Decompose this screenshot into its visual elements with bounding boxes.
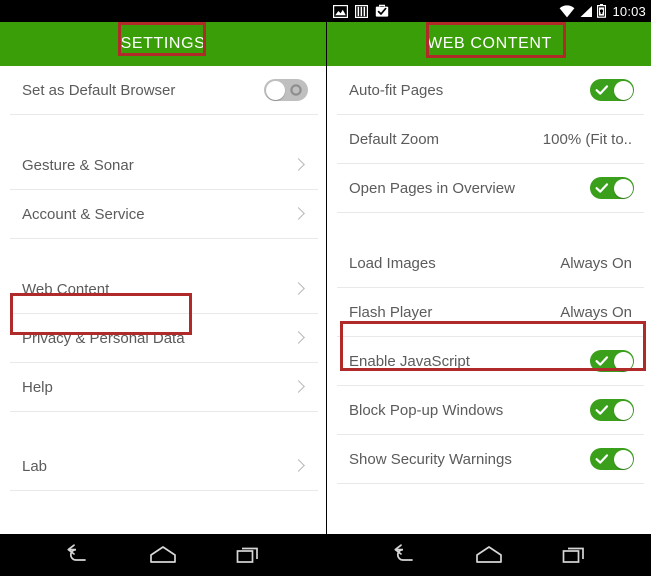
page-title: WEB CONTENT	[427, 35, 552, 52]
settings-screen: SETTINGS Set as Default Browser Gesture …	[0, 0, 326, 576]
toggle-open-pages-in-overview[interactable]	[590, 177, 634, 199]
list-item-web-content[interactable]: Web Content	[0, 265, 326, 313]
status-bar-right: 10:03	[327, 0, 651, 22]
toggle-auto-fit-pages[interactable]	[590, 79, 634, 101]
wifi-icon	[560, 4, 575, 17]
section-gap	[327, 213, 651, 239]
toggle-check-icon	[593, 81, 611, 99]
section-gap	[0, 115, 326, 141]
toggle-check-icon	[593, 401, 611, 419]
web-content-screen: 10:03 WEB CONTENT Auto-fit Pages Default…	[326, 0, 651, 576]
toggle-show-security-warnings[interactable]	[590, 448, 634, 470]
chevron-right-icon	[293, 280, 304, 298]
list-item-block-popup-windows[interactable]: Block Pop-up Windows	[327, 386, 651, 434]
sim-card-icon	[355, 4, 368, 18]
recents-button[interactable]	[225, 540, 271, 570]
recents-icon	[562, 547, 584, 563]
list-item-auto-fit-pages[interactable]: Auto-fit Pages	[327, 66, 651, 114]
list-item-help[interactable]: Help	[0, 363, 326, 411]
list-item-show-security-warnings[interactable]: Show Security Warnings	[327, 435, 651, 483]
toggle-block-popup-windows[interactable]	[590, 399, 634, 421]
recents-button[interactable]	[551, 540, 597, 570]
list-item-value: Always On	[560, 254, 632, 272]
toggle-enable-javascript[interactable]	[590, 350, 634, 372]
list-item-label: Gesture & Sonar	[22, 156, 134, 174]
back-icon	[394, 544, 414, 561]
chevron-right-icon	[293, 378, 304, 396]
action-bar-web-content: WEB CONTENT	[327, 22, 651, 66]
briefcase-check-icon	[375, 4, 389, 17]
screenshot-root: SETTINGS Set as Default Browser Gesture …	[0, 0, 651, 576]
list-item-label: Load Images	[349, 254, 436, 272]
list-item-label: Flash Player	[349, 303, 433, 321]
list-item-value: 100% (Fit to..	[542, 130, 632, 148]
battery-icon	[597, 4, 607, 18]
page-title: SETTINGS	[120, 35, 206, 52]
toggle-knob	[613, 449, 633, 469]
list-item-gesture-sonar[interactable]: Gesture & Sonar	[0, 141, 326, 189]
home-button[interactable]	[466, 540, 512, 570]
back-button[interactable]	[382, 540, 428, 570]
toggle-check-icon	[593, 352, 611, 370]
status-bar-right-icons: 10:03	[559, 4, 646, 18]
status-bar-left-icons	[333, 4, 389, 18]
toggle-off-circle-icon	[287, 81, 305, 99]
section-gap	[0, 239, 326, 265]
list-item-privacy-personal-data[interactable]: Privacy & Personal Data	[0, 314, 326, 362]
list-item-label: Set as Default Browser	[22, 81, 176, 99]
list-item-set-default-browser[interactable]: Set as Default Browser	[0, 66, 326, 114]
android-nav-bar-right	[327, 532, 651, 576]
list-item-label: Enable JavaScript	[349, 352, 470, 370]
home-icon	[150, 546, 176, 563]
list-item-open-pages-in-overview[interactable]: Open Pages in Overview	[327, 164, 651, 212]
toggle-knob	[613, 351, 633, 371]
list-item-default-zoom[interactable]: Default Zoom 100% (Fit to..	[327, 115, 651, 163]
status-bar-left	[0, 0, 326, 22]
list-item-flash-player[interactable]: Flash Player Always On	[327, 288, 651, 336]
chevron-right-icon	[293, 205, 304, 223]
chevron-right-icon	[293, 457, 304, 475]
android-nav-bar-left	[0, 532, 326, 576]
list-item-lab[interactable]: Lab	[0, 442, 326, 490]
chevron-right-icon	[293, 156, 304, 174]
toggle-check-icon	[593, 179, 611, 197]
back-button[interactable]	[55, 540, 101, 570]
list-item-label: Show Security Warnings	[349, 450, 512, 468]
toggle-check-icon	[593, 450, 611, 468]
recents-icon	[236, 547, 258, 563]
list-item-label: Help	[22, 378, 53, 396]
list-item-value: Always On	[560, 303, 632, 321]
list-item-label: Privacy & Personal Data	[22, 329, 185, 347]
toggle-knob	[613, 400, 633, 420]
home-icon	[476, 546, 503, 563]
section-gap	[0, 412, 326, 442]
toggle-knob	[613, 178, 633, 198]
list-item-enable-javascript[interactable]: Enable JavaScript	[327, 337, 651, 385]
list-item-label: Lab	[22, 457, 48, 475]
home-button[interactable]	[140, 540, 186, 570]
divider	[337, 483, 644, 484]
list-item-label: Auto-fit Pages	[349, 81, 444, 99]
status-bar-clock: 10:03	[612, 3, 646, 19]
list-item-account-service[interactable]: Account & Service	[0, 190, 326, 238]
web-content-list: Auto-fit Pages Default Zoom 100% (Fit to…	[327, 66, 651, 484]
toggle-knob	[613, 80, 633, 100]
list-item-label: Account & Service	[22, 205, 145, 223]
list-item-label: Default Zoom	[349, 130, 440, 148]
chevron-right-icon	[293, 329, 304, 347]
list-item-label: Block Pop-up Windows	[349, 401, 504, 419]
toggle-knob	[265, 80, 285, 100]
action-bar-settings: SETTINGS	[0, 22, 326, 66]
list-item-label: Web Content	[22, 280, 110, 298]
signal-icon	[580, 5, 593, 17]
list-item-load-images[interactable]: Load Images Always On	[327, 239, 651, 287]
image-icon	[333, 4, 348, 18]
settings-list: Set as Default Browser Gesture & Sonar A…	[0, 66, 326, 491]
toggle-set-default-browser[interactable]	[264, 79, 308, 101]
list-item-label: Open Pages in Overview	[349, 179, 515, 197]
divider	[10, 490, 318, 491]
back-icon	[67, 544, 87, 561]
